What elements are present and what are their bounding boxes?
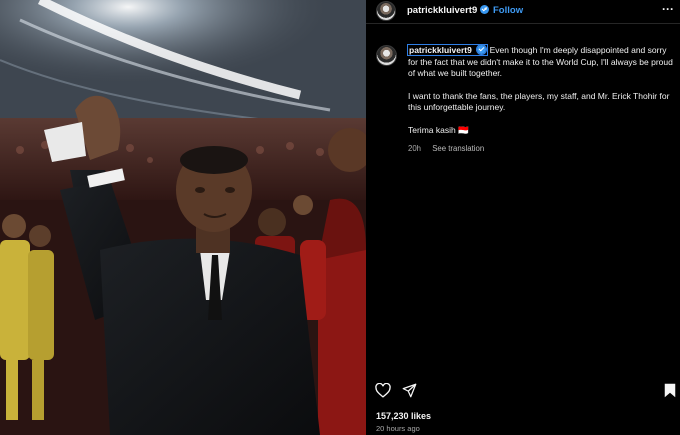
share-icon[interactable] xyxy=(402,383,417,398)
caption-username-text[interactable]: patrickkluivert9 xyxy=(409,45,472,55)
post-header: patrickkluivert9 • Follow ··· xyxy=(366,0,680,22)
caption-paragraph-1: patrickkluivert9 Even though I'm deeply … xyxy=(406,44,676,80)
avatar[interactable] xyxy=(376,1,396,21)
bookmark-icon[interactable] xyxy=(664,383,676,398)
post-side-panel: patrickkluivert9 • Follow ··· patrickklu… xyxy=(366,0,680,435)
caption-paragraph-3: Terima kasih 🇮🇩 xyxy=(408,124,469,135)
header-separator: • xyxy=(484,4,488,14)
caption-age: 20h xyxy=(408,143,422,153)
post-photo-illustration xyxy=(0,0,366,435)
caption-verified-badge-icon xyxy=(476,44,488,55)
header-divider xyxy=(366,23,680,24)
post-timestamp: 20 hours ago xyxy=(376,424,420,433)
likes-count[interactable]: 157,230 likes xyxy=(376,411,431,421)
post-photo[interactable] xyxy=(0,0,366,435)
post-username[interactable]: patrickkluivert9 xyxy=(407,5,490,16)
see-translation-link[interactable]: See translation xyxy=(432,144,484,153)
caption-paragraph-2: I want to thank the fans, the players, m… xyxy=(408,90,670,113)
action-bar xyxy=(366,380,680,404)
caption-username[interactable]: patrickkluivert9 xyxy=(406,44,489,56)
heart-icon[interactable] xyxy=(375,383,391,398)
username-text[interactable]: patrickkluivert9 xyxy=(407,5,477,16)
follow-button[interactable]: Follow xyxy=(493,5,523,16)
more-options-icon[interactable]: ··· xyxy=(662,2,674,16)
caption-meta: 20h See translation xyxy=(408,143,676,155)
caption: patrickkluivert9 Even though I'm deeply … xyxy=(406,44,676,155)
caption-avatar[interactable] xyxy=(376,45,397,66)
